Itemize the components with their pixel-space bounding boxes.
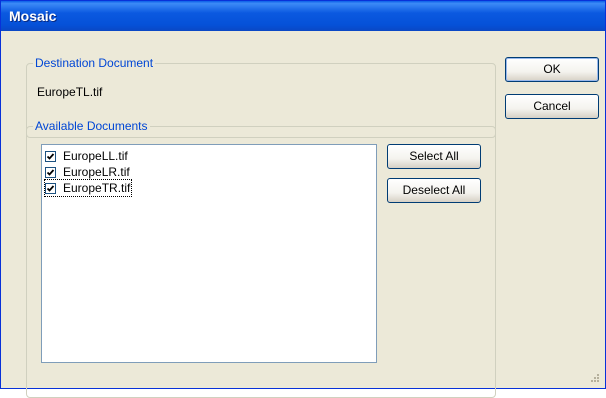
list-item[interactable]: EuropeLR.tif (45, 164, 131, 180)
deselect-all-button[interactable]: Deselect All (387, 178, 481, 203)
cancel-button[interactable]: Cancel (505, 94, 599, 119)
checkmark-icon (46, 184, 55, 192)
available-legend: Available Documents (33, 119, 150, 133)
available-group: Available Documents EuropeLL.tif EuropeL… (26, 119, 496, 398)
resize-grip-icon[interactable] (590, 373, 600, 383)
destination-legend: Destination Document (33, 56, 156, 70)
list-item-label: EuropeTR.tif (63, 181, 131, 195)
checkbox[interactable] (45, 166, 56, 178)
title-bar[interactable]: Mosaic (1, 1, 605, 31)
checkmark-icon (46, 152, 55, 160)
list-item-label: EuropeLR.tif (63, 165, 130, 179)
dialog-body: Destination Document EuropeTL.tif Availa… (4, 31, 602, 398)
ok-button[interactable]: OK (505, 57, 599, 82)
destination-value: EuropeTL.tif (37, 85, 103, 99)
mosaic-dialog: Mosaic Destination Document EuropeTL.tif… (0, 0, 606, 398)
list-item-label: EuropeLL.tif (63, 149, 128, 163)
window-title: Mosaic (9, 8, 57, 24)
checkbox[interactable] (45, 150, 56, 162)
checkbox[interactable] (45, 182, 56, 194)
select-all-button[interactable]: Select All (387, 144, 481, 169)
checkmark-icon (46, 168, 55, 176)
list-item[interactable]: EuropeLL.tif (45, 148, 129, 164)
list-item[interactable]: EuropeTR.tif (43, 179, 133, 197)
documents-listbox[interactable]: EuropeLL.tif EuropeLR.tif EuropeTR.tif (41, 144, 377, 363)
